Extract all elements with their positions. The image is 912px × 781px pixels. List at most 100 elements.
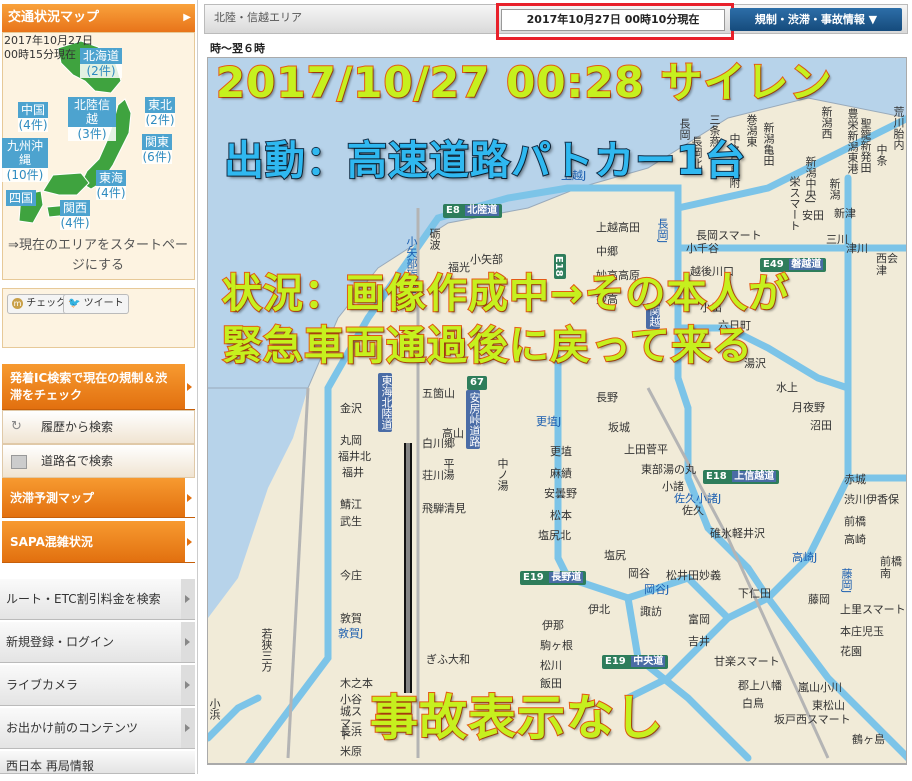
ic-koshoku-j[interactable]: 更埴J <box>536 416 561 428</box>
tweet-button[interactable]: 🐦 ツイート <box>63 294 129 314</box>
place: 新潟亀田 <box>762 122 775 166</box>
place: 坂戸西スマート <box>774 713 851 726</box>
region-hokuriku-shinetsu[interactable]: 北陸信越 (3件) <box>68 97 116 141</box>
place: 中郷 <box>596 245 618 258</box>
chevron-right-icon <box>181 579 195 619</box>
traffic-map-title[interactable]: 交通状況マップ ▶ <box>2 4 195 32</box>
ic-fujioka-j[interactable]: 藤岡J <box>840 568 853 593</box>
chevron-right-icon: ▶ <box>183 12 191 23</box>
place: 鯖江 <box>340 498 362 511</box>
sapa-status-button[interactable]: SAPA混雑状況 <box>2 521 195 563</box>
region-chugoku[interactable]: 中国 (4件) <box>18 102 49 132</box>
overlay-no-accident: 事故表示なし <box>369 689 665 747</box>
twitter-icon: 🐦 <box>68 298 81 309</box>
ic-nagaoka-j[interactable]: 長岡J <box>656 218 669 243</box>
badge-e19-chuo: E19 中央道 <box>602 655 669 669</box>
chevron-right-icon <box>181 665 195 705</box>
region-chugoku-count: (4件) <box>18 118 49 132</box>
history-search-label: 履歴から検索 <box>41 420 114 434</box>
place: 更埴 <box>550 445 572 458</box>
place: 嵐山小川 <box>798 681 842 694</box>
road-sign-icon <box>11 455 27 469</box>
check-button[interactable]: m チェック <box>7 294 72 314</box>
west-japan-button[interactable]: 西日本 再局情報 <box>0 750 195 774</box>
route-search-label: ルート・ETC割引料金を検索 <box>6 592 161 606</box>
region-tohoku-count: (2件) <box>145 113 176 127</box>
time-range-label: 時～翌６時 <box>210 42 265 55</box>
place: 花園 <box>840 645 862 658</box>
overlay-headline: 2017/10/27 00:28 サイレン <box>215 57 833 108</box>
place: 松井田妙義 <box>666 569 721 582</box>
before-trip-button[interactable]: お出かけ前のコンテンツ <box>0 707 195 749</box>
place: 赤城 <box>844 473 866 486</box>
place: 長野 <box>596 391 618 404</box>
road-name-search-button[interactable]: 道路名で検索 <box>2 444 195 478</box>
history-search-button[interactable]: ↻ 履歴から検索 <box>2 410 195 444</box>
ic-takasaki-j[interactable]: 高崎J <box>792 552 817 564</box>
region-tokai-count: (4件) <box>96 186 127 200</box>
chevron-right-icon <box>181 708 195 748</box>
region-tohoku[interactable]: 東北 (2件) <box>145 97 176 127</box>
badge-e49-name: 磐越道 <box>789 259 824 270</box>
region-shikoku[interactable]: 四国 <box>6 190 37 206</box>
place: 富岡 <box>688 613 710 626</box>
place: 巻潟東 <box>745 114 758 147</box>
badge-e18: E18 上信越道 <box>703 470 780 484</box>
place: 小諸 <box>662 480 684 493</box>
badge-e49-code: E49 <box>763 259 784 270</box>
badge-e18-name: 上信越道 <box>732 471 777 482</box>
ic-okaya-j[interactable]: 岡谷J <box>644 584 669 596</box>
tweet-button-label: ツイート <box>83 298 124 309</box>
region-hokkaido[interactable]: 北海道 (2件) <box>80 48 123 78</box>
badge-e19-nagano: E19 長野道 <box>520 571 587 585</box>
place: 若狭三方 <box>260 628 273 672</box>
place: 東松山 <box>812 699 845 712</box>
ic-search-label: 発着IC検索で現在の規制＆渋滞をチェック <box>10 371 168 402</box>
route-search-button[interactable]: ルート・ETC割引料金を検索 <box>0 578 195 620</box>
region-hokuriku-name: 北陸信越 <box>68 97 116 127</box>
set-start-page-link[interactable]: ⇒現在のエリアをスタートページにする <box>6 236 190 276</box>
region-kanto[interactable]: 関東 (6件) <box>142 134 173 164</box>
region-hokuriku-count: (3件) <box>68 127 116 141</box>
west-japan-label: 西日本 再局情報 <box>6 759 94 773</box>
live-camera-label: ライブカメラ <box>6 678 79 692</box>
region-chugoku-name: 中国 <box>18 102 49 118</box>
traffic-map-date: 2017年10月27日 <box>4 34 93 47</box>
info-dropdown-button[interactable]: 規制・渋滞・事故情報 ▼ <box>730 8 902 31</box>
place: 安曇野 <box>544 487 577 500</box>
place: 佐久 <box>682 504 704 517</box>
region-kansai[interactable]: 関西 (4件) <box>60 200 91 230</box>
check-button-label: チェック <box>26 298 67 309</box>
place: 飛騨清見 <box>422 502 466 515</box>
place: 松川 <box>540 659 562 672</box>
ic-search-button[interactable]: 発着IC検索で現在の規制＆渋滞をチェック <box>2 364 195 410</box>
place: 平湯 <box>442 458 455 480</box>
place: 津川 <box>846 242 868 255</box>
badge-e18-code: E18 <box>706 471 727 482</box>
place: 荒川胎内 <box>892 106 905 150</box>
place: 沼田 <box>810 419 832 432</box>
chevron-right-icon <box>181 622 195 662</box>
before-trip-label: お出かけ前のコンテンツ <box>6 721 139 735</box>
overlay-status-2: 緊急車両通過後に戻って来る <box>221 322 753 370</box>
place: 前橋 <box>844 515 866 528</box>
place: 中ノ湯 <box>496 458 509 491</box>
road-name-search-label: 道路名で検索 <box>41 454 114 468</box>
place: 坂城 <box>608 421 630 434</box>
social-bar: m チェック 🐦 ツイート <box>2 288 195 348</box>
place: 塩尻北 <box>538 529 571 542</box>
place: 碓氷軽井沢 <box>710 527 765 540</box>
place: 今庄 <box>340 569 362 582</box>
mixi-icon: m <box>12 297 23 309</box>
region-kanto-count: (6件) <box>142 150 173 164</box>
place: 月夜野 <box>792 401 825 414</box>
live-camera-button[interactable]: ライブカメラ <box>0 664 195 706</box>
place: 武生 <box>340 515 362 528</box>
register-login-button[interactable]: 新規登録・ログイン <box>0 621 195 663</box>
region-kyushu-okinawa[interactable]: 九州沖縄 (10件) <box>2 138 48 182</box>
region-tokai[interactable]: 東海 (4件) <box>96 170 127 200</box>
congestion-forecast-button[interactable]: 渋滞予測マップ <box>2 478 195 518</box>
ic-tsuruga-j[interactable]: 敦賀J <box>338 628 363 640</box>
place: 米原 <box>340 745 362 758</box>
congestion-forecast-label: 渋滞予測マップ <box>10 491 95 505</box>
